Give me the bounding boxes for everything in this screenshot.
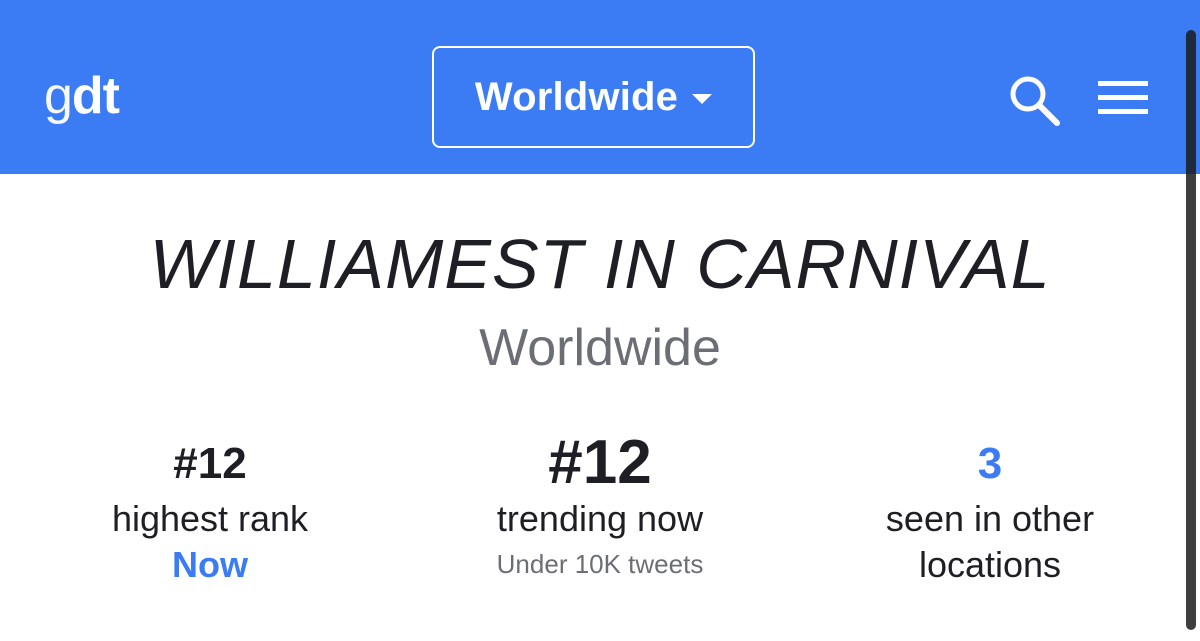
other-locations-stat[interactable]: 3 seen in other locations — [850, 436, 1130, 588]
search-button[interactable] — [1006, 72, 1064, 128]
gdt-logo[interactable]: gdt — [44, 66, 120, 126]
location-dropdown[interactable]: Worldwide — [432, 46, 755, 148]
trend-location: Worldwide — [479, 319, 721, 377]
location-dropdown-label: Worldwide — [474, 74, 679, 119]
highest-rank-time: Now — [172, 544, 248, 585]
other-locations-count[interactable]: 3 — [850, 436, 1130, 492]
menu-button[interactable] — [1096, 78, 1150, 118]
trending-now-value: #12 — [548, 428, 652, 497]
tweet-volume: Under 10K tweets — [496, 549, 704, 579]
trend-title: WILLIAMEST IN CARNIVAL — [149, 225, 1051, 303]
other-locations-label-line2: locations — [918, 544, 1062, 585]
other-locations-label-line1: seen in other — [885, 498, 1095, 539]
search-icon — [1010, 76, 1060, 126]
trending-now-stat: #12 trending now Under 10K tweets — [440, 428, 760, 582]
page: gdt Worldwide WILLIAMEST IN CARNIVAL Wor… — [0, 0, 1200, 641]
highest-rank-label: highest rank — [111, 498, 309, 539]
top-nav-bar: gdt Worldwide — [0, 0, 1200, 174]
highest-rank-stat: #12 highest rank Now — [60, 436, 360, 588]
highest-rank-value: #12 — [173, 439, 247, 488]
trending-now-label: trending now — [496, 498, 704, 539]
logo-letter-g: g — [44, 67, 73, 125]
caret-down-icon — [692, 94, 713, 104]
logo-letters-dt: dt — [71, 67, 120, 125]
menu-icon — [1098, 81, 1148, 114]
